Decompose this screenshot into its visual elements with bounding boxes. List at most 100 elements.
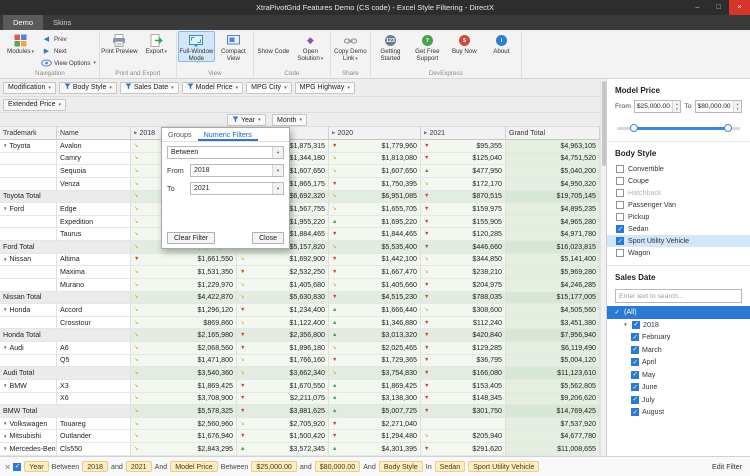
get-free-support-button[interactable]: ?Get Free Support (409, 31, 446, 62)
ribbon-tab-skins[interactable]: Skins (43, 15, 81, 30)
pivot-value-cell[interactable]: ↘$2,560,960 (131, 418, 237, 431)
search-input[interactable]: Enter text to search... (615, 289, 742, 303)
filter-operator-combo[interactable]: Between ▾ (167, 146, 284, 159)
checkbox[interactable] (631, 333, 639, 341)
pivot-value-cell[interactable]: ▼$95,355 (421, 140, 506, 153)
column-field-month[interactable]: Month ▾ (272, 114, 307, 126)
view-options-button[interactable]: View Options▾ (39, 58, 98, 68)
pivot-value-cell[interactable]: ↘$3,662,340 (237, 367, 329, 380)
open-solution-button[interactable]: ◆Open Solution▾ (292, 31, 329, 63)
column-header-2020[interactable]: ▶2020 (329, 127, 421, 140)
pivot-value-cell[interactable]: ↘$1,405,660 (329, 279, 421, 292)
checkbox[interactable] (613, 308, 621, 316)
spin-down-icon[interactable]: ▼ (673, 107, 680, 113)
pivot-value-cell[interactable]: ↘$3,708,900 (131, 393, 237, 406)
pivot-value-cell[interactable]: $3,451,380 (506, 317, 600, 330)
pivot-value-cell[interactable]: ▲$1,869,425 (329, 380, 421, 393)
pivot-value-cell[interactable]: ↘$1,405,680 (237, 279, 329, 292)
data-field-extended-price[interactable]: Extended Price ▾ (3, 99, 66, 111)
pivot-value-cell[interactable]: $4,971,780 (506, 228, 600, 241)
pivot-name-cell[interactable]: Outlander (57, 430, 131, 443)
pivot-value-cell[interactable]: $4,950,320 (506, 178, 600, 191)
pivot-value-cell[interactable]: $14,769,425 (506, 405, 600, 418)
pivot-value-cell[interactable]: ↘$869,860 (131, 317, 237, 330)
sales-date-node-all[interactable]: (All) (607, 306, 750, 319)
body-style-option-coupe[interactable]: Coupe (607, 175, 750, 187)
pivot-name-cell[interactable]: Maxima (57, 266, 131, 279)
sales-date-node-august[interactable]: August (607, 406, 750, 419)
collapse-icon[interactable]: ▼ (3, 421, 7, 426)
slider-thumb-max[interactable] (724, 124, 732, 132)
pivot-value-cell[interactable]: $5,040,200 (506, 165, 600, 178)
popup-tab-groups[interactable]: Groups (162, 128, 198, 141)
collapse-icon[interactable]: ▼ (622, 322, 629, 327)
buy-now-button[interactable]: $Buy Now (446, 31, 483, 55)
filter-chip[interactable]: Sedan (435, 461, 466, 472)
sales-date-node-may[interactable]: May (607, 369, 750, 382)
prev-button[interactable]: ◀Prev (39, 34, 98, 44)
pivot-value-cell[interactable]: $4,963,105 (506, 140, 600, 153)
pivot-trademark-cell[interactable]: ▼Honda (0, 304, 57, 317)
pivot-value-cell[interactable]: ↘$1,676,940 (131, 430, 237, 443)
pivot-value-cell[interactable]: ▼$204,975 (421, 279, 506, 292)
sales-date-node-february[interactable]: February (607, 331, 750, 344)
pivot-value-cell[interactable]: $4,965,280 (506, 216, 600, 229)
clear-filter-button[interactable]: Clear Filter (167, 232, 215, 244)
pivot-value-cell[interactable]: $15,177,005 (506, 292, 600, 305)
pivot-trademark-cell[interactable]: ▼BMW (0, 380, 57, 393)
pivot-value-cell[interactable]: ▼$870,515 (421, 191, 506, 204)
filter-chip[interactable]: $25,000.00 (251, 461, 297, 472)
filter-field-mpg-city[interactable]: MPG City▾ (246, 82, 291, 94)
checkbox[interactable] (632, 321, 640, 329)
sales-date-node-april[interactable]: April (607, 356, 750, 369)
filter-chip[interactable]: Body Style (379, 461, 423, 472)
pivot-value-cell[interactable]: ↘$1,229,970 (131, 279, 237, 292)
pivot-value-cell[interactable]: ↘$1,766,160 (237, 355, 329, 368)
pivot-name-cell[interactable]: Avalon (57, 140, 131, 153)
pivot-value-cell[interactable]: ↘$6,951,085 (329, 191, 421, 204)
expand-icon[interactable]: ▶ (424, 130, 427, 136)
pivot-value-cell[interactable]: ▼$125,040 (421, 153, 506, 166)
pivot-name-cell[interactable]: Venza (57, 178, 131, 191)
pivot-value-cell[interactable]: ▼$2,211,075 (237, 393, 329, 406)
pivot-value-cell[interactable]: ▼$1,234,400 (237, 304, 329, 317)
checkbox[interactable] (616, 165, 624, 173)
pivot-value-cell[interactable]: ↘$344,850 (421, 254, 506, 267)
pivot-value-cell[interactable]: $6,119,490 (506, 342, 600, 355)
pivot-name-cell[interactable]: Accord (57, 304, 131, 317)
pivot-value-cell[interactable]: $4,895,235 (506, 203, 600, 216)
full-window-mode-button[interactable]: Full-Window Mode (178, 31, 215, 62)
pivot-value-cell[interactable]: ▼$4,515,230 (329, 292, 421, 305)
pivot-value-cell[interactable] (421, 418, 506, 431)
pivot-trademark-cell[interactable]: ▼Mercedes-Benz (0, 443, 57, 456)
pivot-value-cell[interactable]: ↘$2,843,295 (131, 443, 237, 456)
filter-field-model-price[interactable]: Model Price▾ (182, 82, 243, 94)
filter-field-sales-date[interactable]: Sales Date▾ (120, 82, 179, 94)
pivot-value-cell[interactable]: $19,705,145 (506, 191, 600, 204)
pivot-value-cell[interactable]: ▼$148,345 (421, 393, 506, 406)
pivot-trademark-cell[interactable]: ▼Mitsubishi (0, 430, 57, 443)
pivot-value-cell[interactable]: ▲$477,950 (421, 165, 506, 178)
checkbox[interactable] (616, 225, 624, 233)
pivot-value-cell[interactable]: ↘$1,122,400 (237, 317, 329, 330)
pivot-name-cell[interactable]: X3 (57, 380, 131, 393)
ribbon-tab-demo[interactable]: Demo (3, 15, 43, 30)
pivot-value-cell[interactable]: $11,008,655 (506, 443, 600, 456)
pivot-value-cell[interactable]: ↘$2,705,920 (237, 418, 329, 431)
pivot-value-cell[interactable]: ▼$2,356,800 (237, 329, 329, 342)
pivot-value-cell[interactable]: ↘$5,535,400 (329, 241, 421, 254)
pivot-value-cell[interactable]: ↘$3,754,830 (329, 367, 421, 380)
sales-date-node-july[interactable]: July (607, 394, 750, 407)
filter-chip[interactable]: Year (24, 461, 48, 472)
pivot-value-cell[interactable]: ▲$3,572,345 (237, 443, 329, 456)
pivot-name-cell[interactable]: Sequoia (57, 165, 131, 178)
close-popup-button[interactable]: Close (252, 232, 284, 244)
filter-chip[interactable]: 2021 (126, 461, 152, 472)
checkbox[interactable] (616, 201, 624, 209)
sales-date-node-march[interactable]: March (607, 344, 750, 357)
collapse-icon[interactable]: ▼ (3, 383, 7, 388)
pivot-name-cell[interactable]: Cls550 (57, 443, 131, 456)
pivot-value-cell[interactable]: ▼$2,532,250 (237, 266, 329, 279)
collapse-icon[interactable]: ▼ (3, 206, 7, 211)
edit-filter-button[interactable]: Edit Filter (712, 463, 745, 471)
